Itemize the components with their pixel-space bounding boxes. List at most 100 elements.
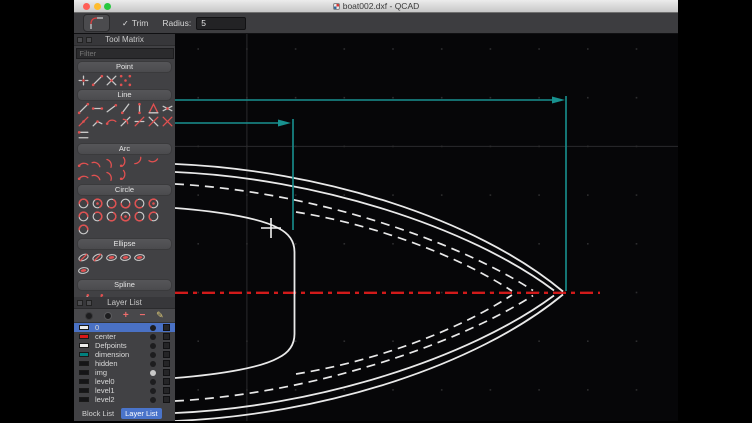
- circle-tool-icon[interactable]: [133, 197, 146, 210]
- layer-list-header: Layer List: [74, 297, 175, 309]
- tool-filter-input[interactable]: [76, 48, 174, 59]
- circle-tool-icon[interactable]: [91, 197, 104, 210]
- layer-row-level2[interactable]: level2: [74, 395, 175, 404]
- layer-row-level1[interactable]: level1: [74, 386, 175, 395]
- layer-row-Defpoints[interactable]: Defpoints: [74, 341, 175, 350]
- circle-tool-icon[interactable]: [77, 223, 90, 236]
- ellipse-tool-icon[interactable]: [91, 251, 104, 264]
- arc-tool-icon[interactable]: [105, 169, 118, 182]
- layer-row-0[interactable]: 0: [74, 323, 175, 332]
- line-tool-icon[interactable]: [105, 102, 118, 115]
- ellipse-tool-icon[interactable]: [77, 251, 90, 264]
- layer-visibility-icon[interactable]: [150, 397, 156, 403]
- layer-visibility-icon[interactable]: [150, 352, 156, 358]
- section-header-arc[interactable]: Arc: [77, 143, 172, 155]
- circle-tool-icon[interactable]: [91, 210, 104, 223]
- line-tool-icon[interactable]: [105, 115, 118, 128]
- fillet-tool-icon[interactable]: [83, 14, 110, 32]
- line-tool-icon[interactable]: [119, 102, 132, 115]
- arc-tool-icon[interactable]: [77, 169, 90, 182]
- line-tool-icon[interactable]: [133, 102, 146, 115]
- layer-lock-icon[interactable]: [163, 360, 170, 367]
- point-tool-icon[interactable]: [119, 74, 132, 87]
- circle-tool-icon[interactable]: [119, 210, 132, 223]
- section-header-point[interactable]: Point: [77, 61, 172, 73]
- line-tool-icon[interactable]: [91, 115, 104, 128]
- ellipse-tool-icon[interactable]: [77, 264, 90, 277]
- layer-lock-icon[interactable]: [163, 387, 170, 394]
- tool-matrix-panel: Tool Matrix PointLineArcCircleEllipseSpl…: [74, 34, 175, 297]
- dock-close-icon[interactable]: [86, 300, 92, 306]
- layer-lock-icon[interactable]: [163, 342, 170, 349]
- layer-visibility-icon[interactable]: [150, 334, 156, 340]
- drawing-canvas[interactable]: 5: [175, 34, 678, 421]
- show-all-layers-icon[interactable]: [104, 312, 112, 320]
- layer-visibility-icon[interactable]: [150, 388, 156, 394]
- section-header-ellipse[interactable]: Ellipse: [77, 238, 172, 250]
- add-layer-icon[interactable]: +: [123, 311, 129, 320]
- arc-tool-icon[interactable]: [91, 156, 104, 169]
- dock-close-icon[interactable]: [86, 37, 92, 43]
- layer-visibility-icon[interactable]: [150, 370, 156, 376]
- dock-float-icon[interactable]: [77, 37, 83, 43]
- section-header-circle[interactable]: Circle: [77, 184, 172, 196]
- line-tool-icon[interactable]: [147, 115, 160, 128]
- layer-lock-icon[interactable]: [163, 378, 170, 385]
- arc-tool-icon[interactable]: [105, 156, 118, 169]
- ellipse-tool-icon[interactable]: [105, 251, 118, 264]
- arc-tool-icon[interactable]: [77, 156, 90, 169]
- line-tool-icon[interactable]: [161, 102, 174, 115]
- layer-row-dimension[interactable]: dimension: [74, 350, 175, 359]
- arc-tool-icon[interactable]: [133, 156, 146, 169]
- layer-visibility-icon[interactable]: [150, 325, 156, 331]
- section-header-line[interactable]: Line: [77, 89, 172, 101]
- point-tool-icon[interactable]: [91, 74, 104, 87]
- circle-tool-icon[interactable]: [105, 210, 118, 223]
- layer-lock-icon[interactable]: [163, 369, 170, 376]
- layer-lock-icon[interactable]: [163, 351, 170, 358]
- layer-toolbar: + − ✎: [74, 309, 175, 323]
- arc-tool-icon[interactable]: [147, 156, 160, 169]
- dock-float-icon[interactable]: [77, 300, 83, 306]
- edit-layer-icon[interactable]: ✎: [156, 311, 164, 320]
- radius-input[interactable]: [196, 17, 246, 30]
- layer-row-img[interactable]: img: [74, 368, 175, 377]
- circle-tool-icon[interactable]: [147, 210, 160, 223]
- layer-row-hidden[interactable]: hidden: [74, 359, 175, 368]
- line-tool-icon[interactable]: [147, 102, 160, 115]
- layer-row-level0[interactable]: level0: [74, 377, 175, 386]
- remove-layer-icon[interactable]: −: [139, 311, 145, 320]
- section-header-spline[interactable]: Spline: [77, 279, 172, 291]
- layer-lock-icon[interactable]: [163, 396, 170, 403]
- circle-tool-icon[interactable]: [119, 197, 132, 210]
- line-tool-icon[interactable]: [161, 115, 174, 128]
- arc-tool-icon[interactable]: [91, 169, 104, 182]
- layer-row-center[interactable]: center: [74, 332, 175, 341]
- layer-visibility-icon[interactable]: [150, 361, 156, 367]
- circle-tool-icon[interactable]: [147, 197, 160, 210]
- circle-tool-icon[interactable]: [77, 210, 90, 223]
- layer-lock-icon[interactable]: [163, 333, 170, 340]
- circle-tool-icon[interactable]: [133, 210, 146, 223]
- line-tool-icon[interactable]: [133, 115, 146, 128]
- circle-tool-icon[interactable]: [105, 197, 118, 210]
- arc-tool-icon[interactable]: [119, 156, 132, 169]
- layer-lock-icon[interactable]: [163, 324, 170, 331]
- layer-visibility-icon[interactable]: [150, 379, 156, 385]
- line-tool-icon[interactable]: [77, 128, 90, 141]
- line-tool-icon[interactable]: [77, 115, 90, 128]
- arc-tool-icon[interactable]: [119, 169, 132, 182]
- tab-block-list[interactable]: Block List: [78, 408, 118, 419]
- hide-all-layers-icon[interactable]: [85, 312, 93, 320]
- layer-visibility-icon[interactable]: [150, 343, 156, 349]
- tab-layer-list[interactable]: Layer List: [121, 408, 162, 419]
- point-tool-icon[interactable]: [77, 74, 90, 87]
- point-tool-icon[interactable]: [105, 74, 118, 87]
- line-tool-icon[interactable]: [91, 102, 104, 115]
- line-tool-icon[interactable]: [119, 115, 132, 128]
- trim-checkbox[interactable]: ✓ Trim: [122, 18, 148, 28]
- line-tool-icon[interactable]: [77, 102, 90, 115]
- ellipse-tool-icon[interactable]: [119, 251, 132, 264]
- ellipse-tool-icon[interactable]: [133, 251, 146, 264]
- circle-tool-icon[interactable]: [77, 197, 90, 210]
